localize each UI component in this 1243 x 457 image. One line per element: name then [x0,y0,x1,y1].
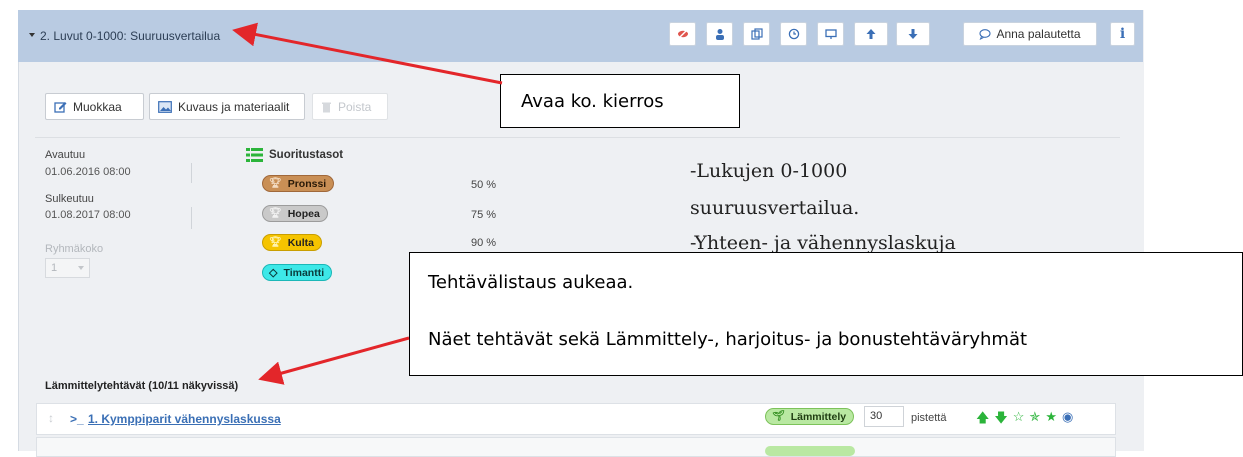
arrow-to-title [232,22,503,85]
arrow-to-task-group [258,336,410,385]
annotation-arrows [232,22,503,385]
